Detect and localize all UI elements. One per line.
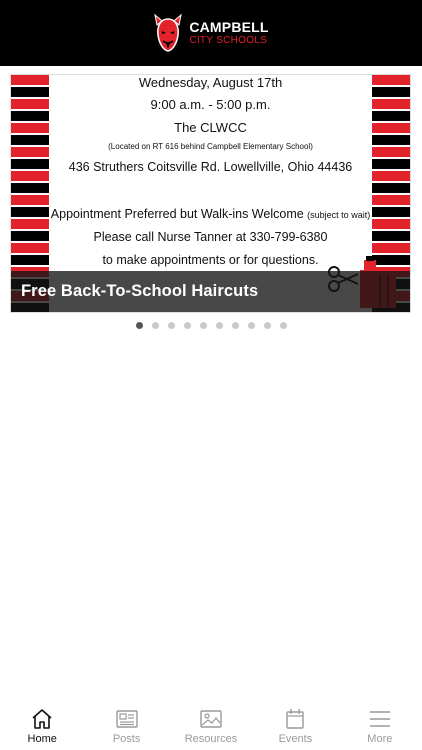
tab-events-label: Events xyxy=(278,733,313,745)
slide-caption-bar: Free Back-To-School Haircuts xyxy=(11,271,410,312)
flyer-date: Wednesday, August 17th xyxy=(138,75,283,90)
app-header: CAMPBELL CITY SCHOOLS xyxy=(0,0,422,66)
carousel-pagination xyxy=(0,322,422,329)
posts-icon xyxy=(115,710,138,728)
carousel-dot[interactable] xyxy=(263,322,271,329)
carousel-dot[interactable] xyxy=(135,322,143,329)
home-icon xyxy=(32,709,52,729)
menu-icon xyxy=(369,711,390,727)
events-icon xyxy=(286,709,305,729)
flyer-appointment-note: Appointment Preferred but Walk-ins Welco… xyxy=(49,207,372,221)
tab-posts[interactable]: Posts xyxy=(84,700,168,750)
flyer-wait-note: (subject to wait) xyxy=(307,210,371,220)
tab-posts-label: Posts xyxy=(112,733,141,745)
resources-icon xyxy=(200,710,222,728)
campbell-logo: CAMPBELL CITY SCHOOLS xyxy=(153,13,268,53)
red-devil-mascot-icon xyxy=(154,13,183,52)
tab-home-label: Home xyxy=(27,733,57,745)
flyer-address: 436 Struthers Coitsville Rd. Lowellville… xyxy=(68,160,353,174)
flyer-appointment-text: Appointment Preferred but Walk-ins Welco… xyxy=(50,207,304,221)
app-root: CAMPBELL CITY SCHOOLS Wednesday, August … xyxy=(0,0,422,750)
tab-resources[interactable]: Resources xyxy=(169,700,253,750)
tab-resources-label: Resources xyxy=(184,733,238,745)
flyer-time: 9:00 a.m. - 5:00 p.m. xyxy=(150,97,271,112)
carousel-dot[interactable] xyxy=(279,322,287,329)
logo-title: CAMPBELL xyxy=(189,19,269,35)
slide-caption: Free Back-To-School Haircuts xyxy=(21,282,259,300)
carousel-dot[interactable] xyxy=(199,322,207,329)
tab-more-label: More xyxy=(367,733,393,745)
carousel-dot[interactable] xyxy=(231,322,239,329)
carousel-dot[interactable] xyxy=(215,322,223,329)
carousel-dot[interactable] xyxy=(167,322,175,329)
carousel-dot[interactable] xyxy=(183,322,191,329)
carousel-dot[interactable] xyxy=(151,322,159,329)
carousel-dot[interactable] xyxy=(247,322,255,329)
tab-more[interactable]: More xyxy=(338,700,422,750)
flyer-location-note: (Located on RT 616 behind Campbell Eleme… xyxy=(108,142,313,151)
logo-subtitle: CITY SCHOOLS xyxy=(189,35,268,46)
featured-carousel[interactable]: Wednesday, August 17th 9:00 a.m. - 5:00 … xyxy=(10,74,411,313)
flyer-contact: Please call Nurse Tanner at 330-799-6380 xyxy=(93,230,328,244)
tab-home[interactable]: Home xyxy=(0,700,84,750)
tab-events[interactable]: Events xyxy=(253,700,337,750)
bottom-tab-bar: Home Posts Resources Events More xyxy=(0,700,422,750)
flyer-venue: The CLWCC xyxy=(174,120,247,135)
